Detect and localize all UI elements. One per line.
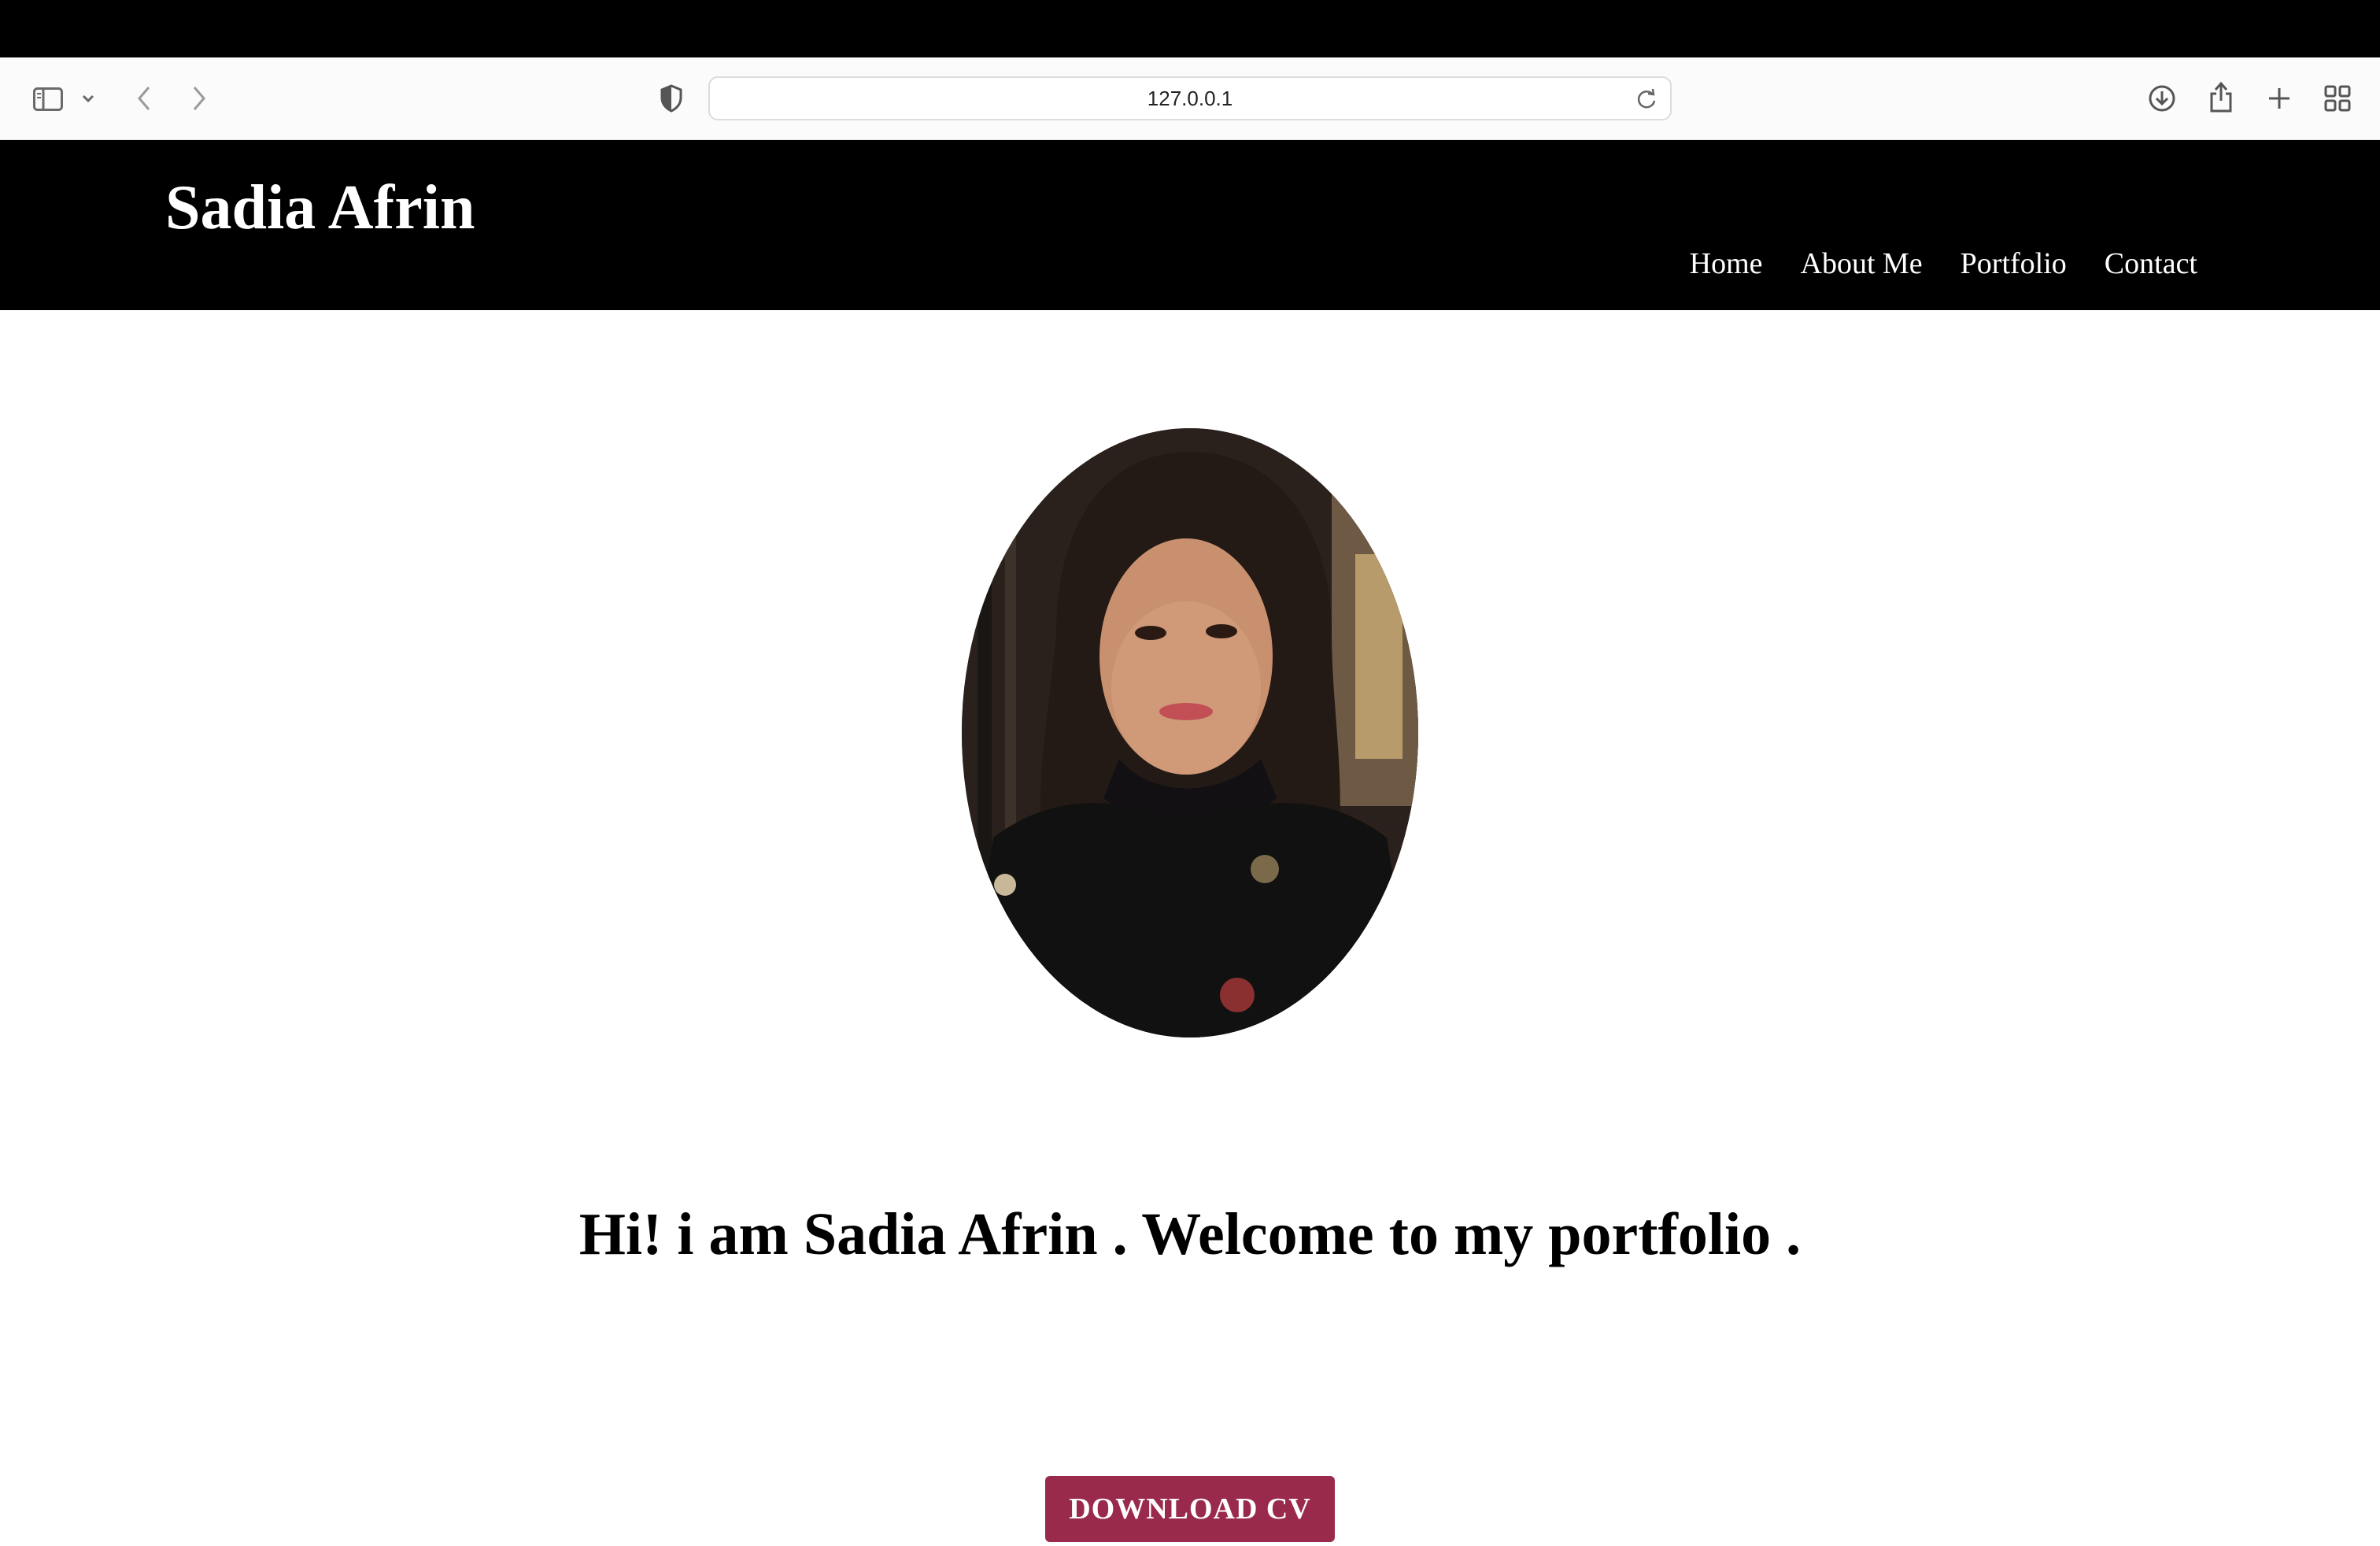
site-title: Sadia Afrin — [165, 173, 475, 242]
shield-icon[interactable] — [658, 83, 685, 114]
nav-home[interactable]: Home — [1690, 249, 1763, 279]
address-bar[interactable]: 127.0.0.1 — [708, 76, 1672, 120]
forward-icon[interactable] — [187, 81, 211, 116]
sidebar-icon[interactable] — [31, 83, 65, 115]
main-nav: Home About Me Portfolio Contact — [1690, 249, 2197, 279]
download-icon[interactable] — [2146, 81, 2178, 116]
nav-portfolio[interactable]: Portfolio — [1961, 249, 2067, 279]
nav-contact[interactable]: Contact — [2105, 249, 2197, 279]
chevron-down-icon[interactable] — [79, 89, 98, 108]
nav-about-me[interactable]: About Me — [1801, 249, 1923, 279]
tabs-grid-icon[interactable] — [2322, 83, 2353, 114]
site-header: Sadia Afrin Home About Me Portfolio Cont… — [0, 140, 2380, 310]
reload-icon[interactable] — [1635, 87, 1658, 117]
share-icon[interactable] — [2207, 78, 2235, 116]
back-icon[interactable] — [132, 81, 156, 116]
plus-icon[interactable] — [2264, 83, 2295, 114]
download-cv-button[interactable]: DOWNLOAD CV — [1045, 1476, 1335, 1542]
url-text: 127.0.0.1 — [1147, 86, 1233, 110]
menu-bar-strip — [0, 0, 2380, 57]
browser-toolbar: 127.0.0.1 — [0, 57, 2380, 140]
welcome-heading: Hi! i am Sadia Afrin . Welcome to my por… — [578, 1201, 1802, 1267]
profile-photo — [962, 428, 1418, 1037]
